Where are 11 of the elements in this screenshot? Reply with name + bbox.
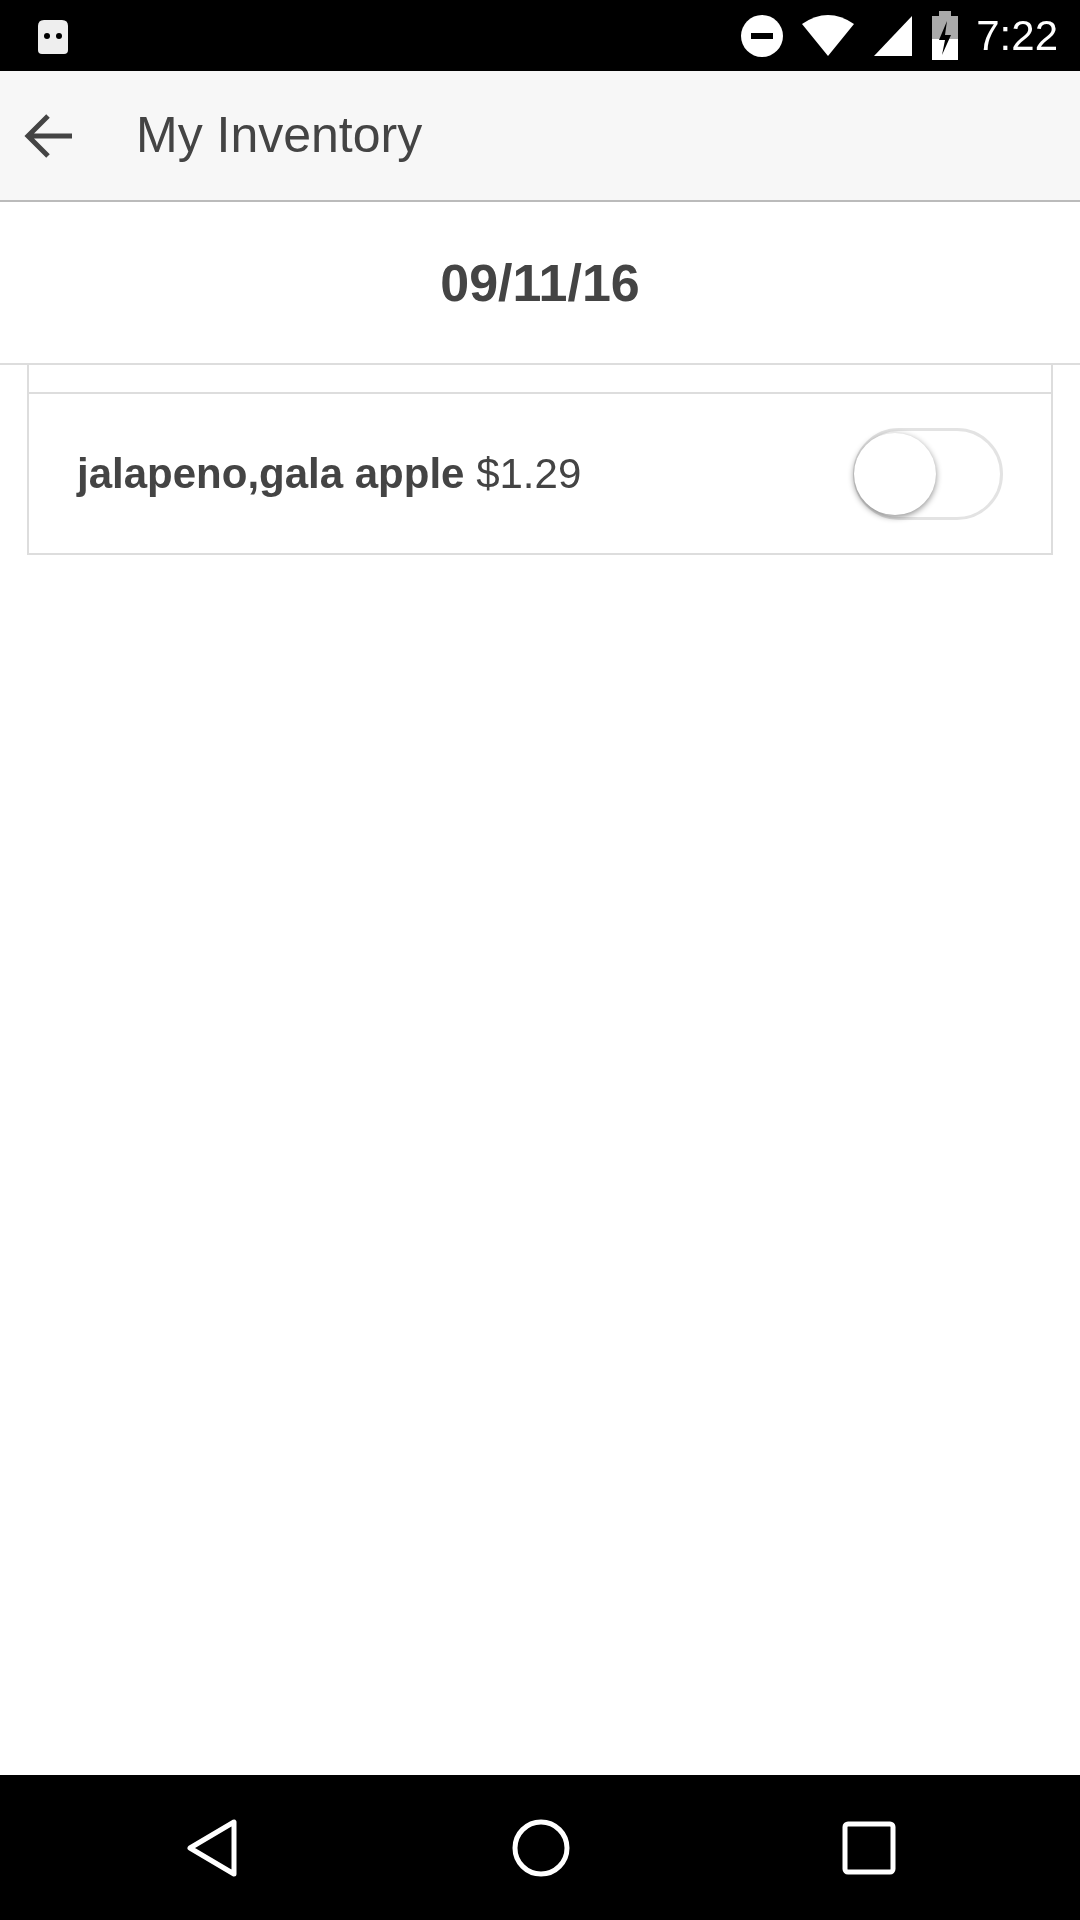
clock-time: 7:22 <box>976 11 1058 61</box>
date-heading: 09/11/16 <box>440 252 640 314</box>
back-arrow-icon[interactable] <box>22 111 74 160</box>
wifi-icon <box>800 13 857 58</box>
home-icon[interactable] <box>511 1817 571 1878</box>
do-not-disturb-icon <box>740 13 785 58</box>
toggle-switch[interactable] <box>853 427 1003 520</box>
recents-icon[interactable] <box>842 1820 897 1875</box>
battery-icon <box>930 10 961 61</box>
screen-title: My Inventory <box>136 106 423 165</box>
item-label: jalapeno,gala apple $1.29 <box>77 449 582 499</box>
